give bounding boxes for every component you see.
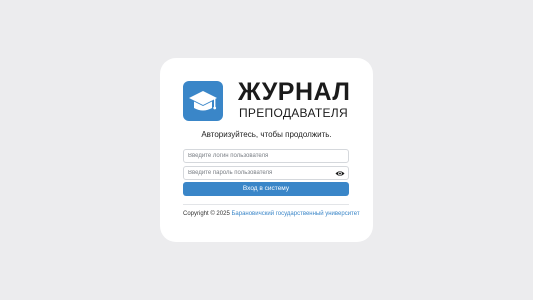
logo-badge (183, 81, 223, 121)
eye-icon[interactable] (335, 169, 345, 178)
page: ЖУРНАЛ ПРЕПОДАВАТЕЛЯ Авторизуйтесь, чтоб… (0, 0, 533, 300)
copyright: Copyright © 2025 Барановичский государст… (183, 210, 360, 218)
password-input[interactable] (184, 167, 348, 179)
divider (183, 204, 349, 205)
graduation-cap-icon (189, 91, 217, 111)
password-field (183, 166, 349, 180)
login-field (183, 149, 349, 163)
logo-title: ЖУРНАЛ (238, 78, 351, 106)
app-logo: ЖУРНАЛ ПРЕПОДАВАТЕЛЯ (183, 78, 353, 123)
login-card: ЖУРНАЛ ПРЕПОДАВАТЕЛЯ Авторизуйтесь, чтоб… (160, 58, 373, 242)
login-input[interactable] (184, 150, 348, 162)
copyright-text: Copyright © 2025 (183, 211, 230, 217)
login-prompt: Авторизуйтесь, чтобы продолжить. (201, 130, 332, 139)
logo-subtitle: ПРЕПОДАВАТЕЛЯ (239, 106, 348, 120)
university-link[interactable]: Барановичский государственный университе… (231, 211, 359, 217)
login-button[interactable]: Вход в систему (183, 182, 349, 196)
